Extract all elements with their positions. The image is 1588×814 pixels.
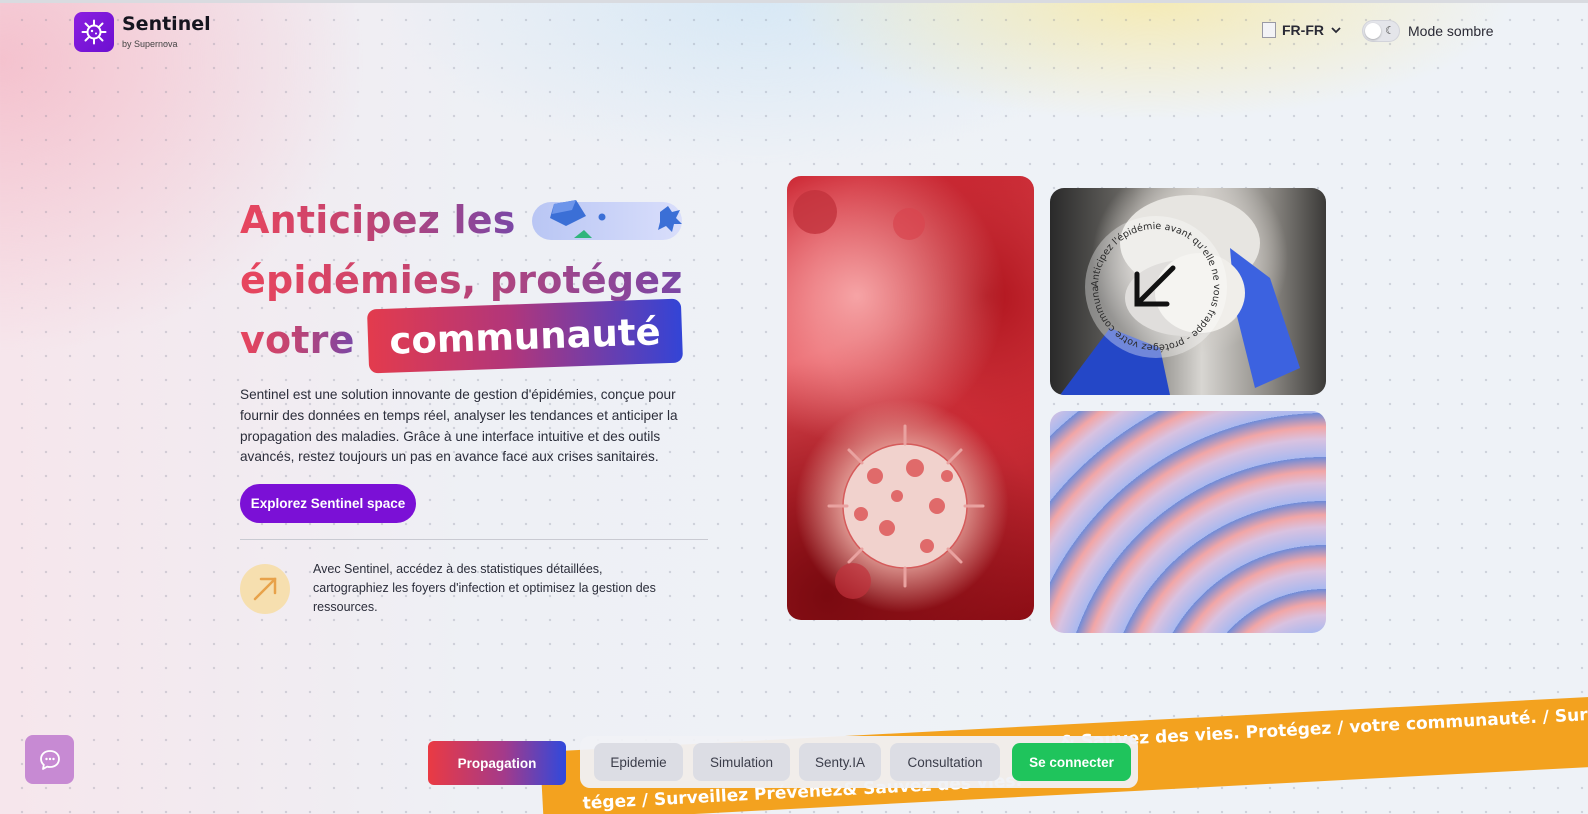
chevron-down-icon bbox=[1331, 27, 1341, 34]
hero-title-line-2: épidémies, protégez bbox=[240, 258, 683, 302]
dark-mode-label: Mode sombre bbox=[1408, 23, 1494, 39]
feature-text: Avec Sentinel, accédez à des statistique… bbox=[313, 562, 656, 614]
nav-simulation[interactable]: Simulation bbox=[693, 743, 790, 781]
brand-subtitle: by Supernova bbox=[122, 39, 178, 49]
chat-bubble-icon bbox=[39, 749, 60, 770]
top-border bbox=[0, 0, 1588, 3]
rotating-badge[interactable]: Anticipez l'épidémie avant qu'elle ne vo… bbox=[1082, 208, 1227, 358]
brand-name: Sentinel bbox=[122, 13, 211, 35]
hero-description: Sentinel est une solution innovante de g… bbox=[240, 387, 678, 465]
hero-title-line-3: votre bbox=[240, 318, 355, 362]
hero-title-line-1: Anticipez les bbox=[240, 198, 516, 242]
login-button[interactable]: Se connecter bbox=[1012, 743, 1131, 781]
nav-consultation[interactable]: Consultation bbox=[890, 743, 1000, 781]
divider bbox=[240, 539, 708, 540]
hero-highlight-text: communauté bbox=[388, 309, 662, 363]
virus-image bbox=[787, 176, 1034, 620]
toggle-knob bbox=[1365, 23, 1381, 39]
chat-button[interactable] bbox=[25, 735, 74, 784]
feature-arrow bbox=[240, 564, 290, 614]
logo[interactable] bbox=[74, 12, 114, 52]
arrow-up-right-icon bbox=[253, 577, 277, 601]
decorative-shapes bbox=[532, 200, 682, 240]
nav-epidemie[interactable]: Epidemie bbox=[594, 743, 683, 781]
explore-button[interactable]: Explorez Sentinel space bbox=[240, 484, 416, 523]
arrow-down-left-icon bbox=[1134, 265, 1176, 307]
language-selector[interactable]: FR-FR bbox=[1262, 22, 1342, 38]
dark-mode-toggle[interactable]: ☾ bbox=[1362, 20, 1400, 42]
flag-icon bbox=[1262, 22, 1276, 38]
nav-propagation[interactable]: Propagation bbox=[428, 741, 566, 785]
virus-icon bbox=[81, 19, 107, 45]
language-label: FR-FR bbox=[1282, 22, 1324, 38]
moon-icon: ☾ bbox=[1385, 24, 1395, 37]
nav-senty-ia[interactable]: Senty.IA bbox=[799, 743, 881, 781]
abstract-waves-image bbox=[1050, 411, 1326, 633]
hero-highlight: communauté bbox=[366, 298, 684, 374]
ticker-text-top: & Sauvez des vies. Protégez / votre comm… bbox=[1060, 700, 1588, 753]
